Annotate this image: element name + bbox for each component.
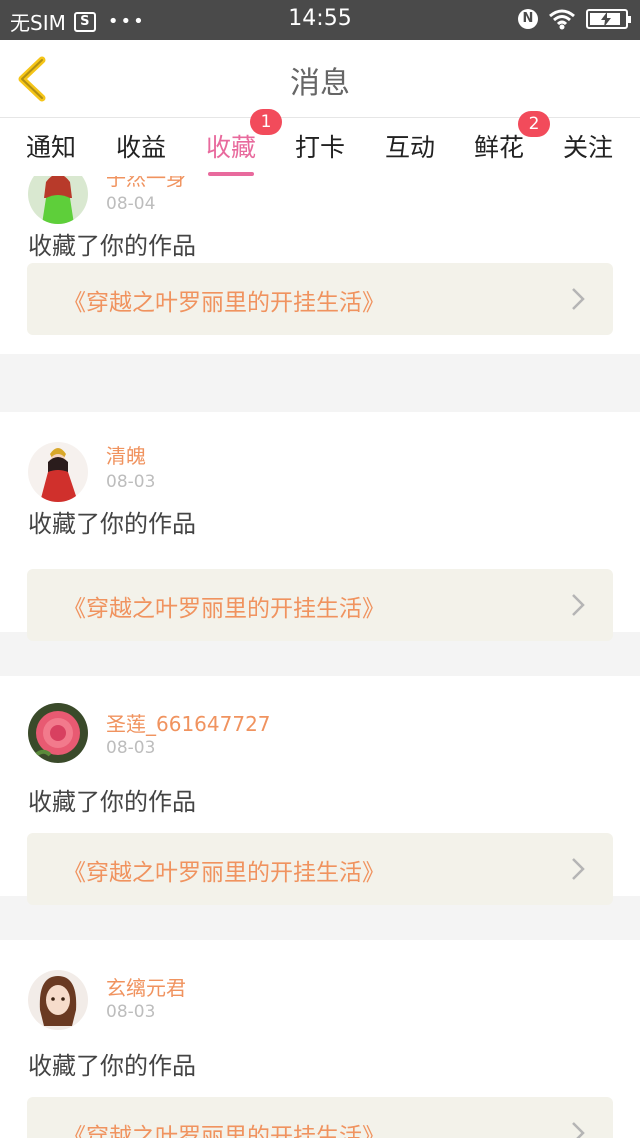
app-header: 消息 — [0, 40, 640, 118]
user-name[interactable]: 玄缡元君 — [106, 972, 186, 1001]
message-card: 玄缡元君 08-03 收藏了你的作品 《穿越之叶罗丽里的开挂生活》 — [0, 940, 640, 1138]
tab-flowers[interactable]: 鲜花 — [474, 128, 524, 164]
user-name[interactable]: 清魄 — [106, 440, 146, 469]
tab-check-in[interactable]: 打卡 — [295, 128, 345, 164]
message-card: 子然一身 08-04 收藏了你的作品 《穿越之叶罗丽里的开挂生活》 — [0, 176, 640, 354]
tab-notifications[interactable]: 通知 — [26, 128, 76, 164]
message-action: 收藏了你的作品 — [28, 232, 196, 260]
message-action: 收藏了你的作品 — [28, 1052, 196, 1080]
message-date: 08-03 — [106, 1002, 156, 1022]
work-title: 《穿越之叶罗丽里的开挂生活》 — [63, 596, 385, 622]
message-action: 收藏了你的作品 — [28, 510, 196, 538]
tab-follow[interactable]: 关注 — [563, 128, 613, 164]
chevron-right-icon — [572, 1122, 585, 1138]
chevron-right-icon — [572, 594, 585, 616]
tab-label: 鲜花 — [474, 133, 525, 162]
avatar-red-dress-icon[interactable] — [28, 442, 88, 502]
avatar-rose-icon[interactable] — [28, 703, 88, 763]
message-feed[interactable]: 子然一身 08-04 收藏了你的作品 《穿越之叶罗丽里的开挂生活》 清魄 08-… — [0, 176, 640, 1138]
tab-label: 通知 — [26, 133, 77, 162]
tab-label: 互动 — [385, 133, 436, 162]
message-card: 圣莲_661647727 08-03 收藏了你的作品 《穿越之叶罗丽里的开挂生活… — [0, 676, 640, 905]
favorites-badge: 1 — [250, 109, 282, 135]
status-right: N — [518, 8, 631, 30]
message-date: 08-04 — [106, 194, 156, 214]
page-title: 消息 — [290, 66, 350, 101]
message-date: 08-03 — [106, 472, 156, 492]
work-link[interactable]: 《穿越之叶罗丽里的开挂生活》 — [27, 833, 613, 905]
user-name[interactable]: 圣莲_661647727 — [106, 708, 271, 737]
tab-earnings[interactable]: 收益 — [116, 128, 166, 164]
status-bar: 无SIM S ••• 14:55 N — [0, 0, 640, 40]
message-card: 清魄 08-03 收藏了你的作品 《穿越之叶罗丽里的开挂生活》 — [0, 412, 640, 641]
work-title: 《穿越之叶罗丽里的开挂生活》 — [63, 290, 385, 316]
chevron-right-icon — [572, 288, 585, 310]
work-link[interactable]: 《穿越之叶罗丽里的开挂生活》 — [27, 1097, 613, 1138]
nfc-icon: N — [518, 9, 538, 29]
flowers-badge: 2 — [518, 111, 550, 137]
avatar-brown-hair-icon[interactable] — [28, 970, 88, 1030]
tab-label: 关注 — [563, 133, 614, 162]
work-title: 《穿越之叶罗丽里的开挂生活》 — [63, 860, 385, 886]
user-name[interactable]: 子然一身 — [106, 176, 186, 191]
avatar-girl-green-icon[interactable] — [28, 176, 88, 224]
tab-favorites[interactable]: 收藏 — [206, 128, 257, 176]
tab-interaction[interactable]: 互动 — [385, 128, 435, 164]
wifi-icon — [549, 9, 575, 30]
work-link[interactable]: 《穿越之叶罗丽里的开挂生活》 — [27, 263, 613, 335]
chevron-right-icon — [572, 858, 585, 880]
work-title: 《穿越之叶罗丽里的开挂生活》 — [63, 1124, 385, 1138]
battery-charging-icon — [586, 9, 631, 29]
message-action: 收藏了你的作品 — [28, 788, 196, 816]
tab-label: 收藏 — [206, 133, 257, 162]
tab-label: 收益 — [116, 133, 167, 162]
tab-bar: 通知 收益 收藏 1 打卡 互动 鲜花 2 关注 — [0, 109, 640, 176]
work-link[interactable]: 《穿越之叶罗丽里的开挂生活》 — [27, 569, 613, 641]
message-date: 08-03 — [106, 738, 156, 758]
tab-label: 打卡 — [295, 133, 346, 162]
